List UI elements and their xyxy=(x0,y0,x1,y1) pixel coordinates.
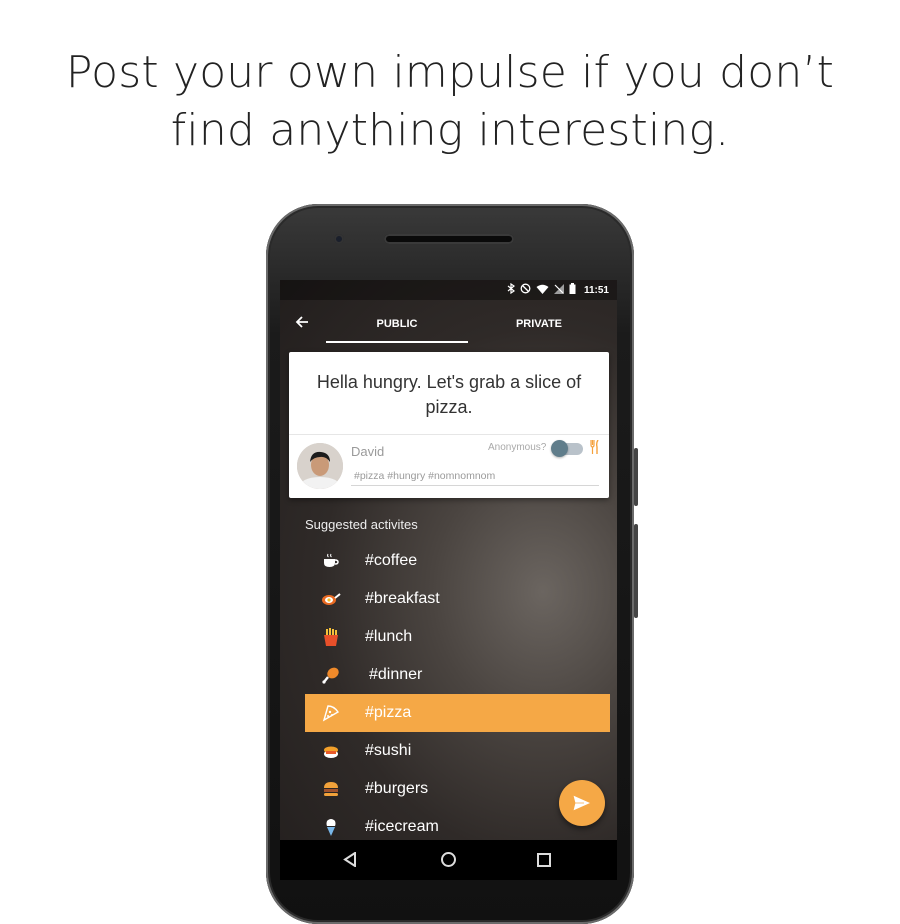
avatar xyxy=(297,443,343,489)
divider xyxy=(289,434,609,435)
tab-indicator xyxy=(326,341,468,343)
list-item-label: #breakfast xyxy=(365,590,440,607)
fries-icon xyxy=(319,625,343,649)
battery-icon xyxy=(569,283,576,299)
author-name: David xyxy=(351,444,385,459)
list-item-label: #burgers xyxy=(365,780,429,797)
system-nav-bar xyxy=(280,840,617,880)
list-item-label: #icecream xyxy=(365,818,439,835)
app-toolbar: PUBLIC PRIVATE xyxy=(280,300,617,348)
list-item-pizza[interactable]: #pizza xyxy=(305,694,610,732)
suggestions-title: Suggested activites xyxy=(305,517,418,532)
back-arrow-icon[interactable] xyxy=(292,312,312,332)
wifi-icon xyxy=(536,284,549,299)
earpiece-speaker xyxy=(384,234,514,244)
status-time: 11:51 xyxy=(583,285,609,296)
impulse-card: Hella hungry. Let's grab a slice of pizz… xyxy=(289,352,609,498)
headline: Post your own impulse if you don’t find … xyxy=(0,44,900,160)
nav-back-icon[interactable] xyxy=(343,851,357,872)
bluetooth-icon xyxy=(507,282,515,299)
no-signal-icon xyxy=(553,283,564,299)
list-item-dinner[interactable]: #dinner xyxy=(305,656,610,694)
nav-recents-icon[interactable] xyxy=(537,853,551,867)
list-item-lunch[interactable]: #lunch xyxy=(305,618,610,656)
anonymous-label: Anonymous? xyxy=(488,442,547,453)
burger-icon xyxy=(319,777,343,801)
fork-knife-icon[interactable] xyxy=(590,439,600,457)
list-item-coffee[interactable]: #coffee xyxy=(305,542,610,580)
headline-line-2: find anything interesting. xyxy=(170,105,730,156)
tags-input[interactable]: #pizza #hungry #nomnomnom xyxy=(354,470,495,482)
send-icon xyxy=(572,794,592,812)
list-item-label: #dinner xyxy=(369,666,423,683)
ice-cream-icon xyxy=(319,815,343,839)
front-camera xyxy=(334,234,344,244)
headline-line-1: Post your own impulse if you don’t xyxy=(65,47,835,98)
toggle-knob xyxy=(551,440,568,457)
list-item-label: #lunch xyxy=(365,628,413,645)
status-bar: 11:51 xyxy=(280,280,617,300)
list-item-breakfast[interactable]: #breakfast xyxy=(305,580,610,618)
power-button xyxy=(634,448,638,506)
tab-private[interactable]: PRIVATE xyxy=(468,300,610,348)
impulse-text-input[interactable]: Hella hungry. Let's grab a slice of pizz… xyxy=(295,370,603,420)
coffee-icon xyxy=(319,549,343,573)
tags-underline xyxy=(351,485,599,486)
volume-button xyxy=(634,524,638,618)
app-screen: 11:51 PUBLIC PRIVATE Hella hungry. Let's… xyxy=(280,280,617,880)
list-item-label: #sushi xyxy=(365,742,412,759)
anonymous-toggle[interactable] xyxy=(551,440,583,457)
send-button[interactable] xyxy=(559,780,605,826)
sushi-icon xyxy=(319,739,343,763)
list-item-sushi[interactable]: #sushi xyxy=(305,732,610,770)
do-not-disturb-icon xyxy=(520,283,531,299)
frying-pan-icon xyxy=(319,587,343,611)
list-item-label: #pizza xyxy=(365,704,412,721)
pizza-icon xyxy=(319,701,343,725)
drumstick-icon xyxy=(319,663,343,687)
nav-home-icon[interactable] xyxy=(441,852,456,867)
list-item-label: #coffee xyxy=(365,552,418,569)
